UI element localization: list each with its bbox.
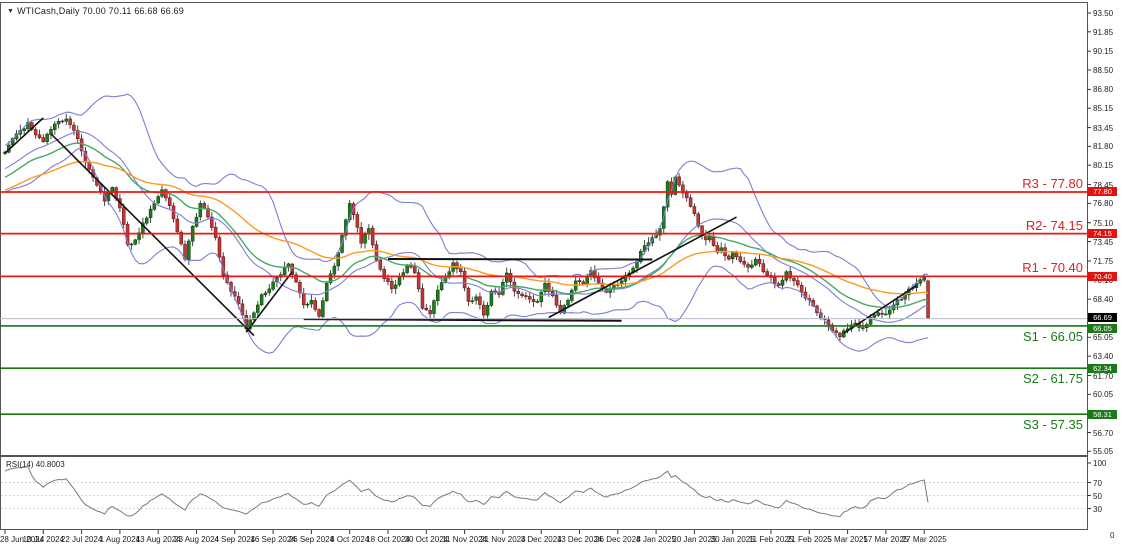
rsi-indicator-label: RSI(14) 40.8003 [6, 460, 65, 469]
level-badge-74.15: 74.15 [1088, 229, 1117, 238]
price-tick-61.70: 61.70 [1093, 372, 1113, 381]
date-label-2: 22 Jul 2024 [61, 535, 102, 544]
main-panel-frame [1, 3, 1088, 456]
price-tick-86.80: 86.80 [1093, 85, 1113, 94]
price-tick-56.70: 56.70 [1093, 429, 1113, 438]
date-label-16: 26 Dec 2024 [595, 535, 640, 544]
price-tick-76.80: 76.80 [1093, 199, 1113, 208]
date-label-6: 4 Sep 2024 [214, 535, 255, 544]
price-tick-90.15: 90.15 [1093, 47, 1113, 56]
rsi-line [5, 467, 928, 517]
price-tick-93.50: 93.50 [1093, 9, 1113, 18]
date-label-1: 10 Jul 2024 [23, 535, 64, 544]
chart-title: ▼WTICash,Daily 70.00 70.11 66.68 66.69 [7, 6, 184, 16]
date-label-22: 5 Mar 2025 [827, 535, 867, 544]
level-badge-70.40: 70.40 [1088, 272, 1117, 281]
price-tick-65.05: 65.05 [1093, 333, 1113, 342]
price-tick-60.05: 60.05 [1093, 390, 1113, 399]
support-label-s1: S1 - 66.05 [1023, 329, 1083, 344]
trendline-downtrend-jul-sep [51, 134, 254, 336]
price-tick-85.15: 85.15 [1093, 104, 1113, 113]
support-label-s3: S3 - 57.35 [1023, 417, 1083, 432]
support-label-s2: S2 - 61.75 [1023, 371, 1083, 386]
date-label-17: 8 Jan 2025 [636, 535, 676, 544]
date-label-13: 21 Nov 2024 [480, 535, 525, 544]
resistance-label-r2: R2- 74.15 [1026, 218, 1083, 233]
price-tick-55.05: 55.05 [1093, 447, 1113, 456]
price-tick-71.75: 71.75 [1093, 257, 1113, 266]
date-label-9: 8 Oct 2024 [330, 535, 369, 544]
trendline-uptrend-sep [246, 272, 292, 332]
candlesticks [4, 114, 930, 342]
resistance-label-r1: R1 - 70.40 [1022, 260, 1083, 275]
rsi-tick-50: 50 [1093, 492, 1102, 501]
bollinger-lower-band [5, 149, 928, 354]
current-price-badge: 66.69 [1088, 313, 1117, 322]
date-label-10: 18 Oct 2024 [366, 535, 410, 544]
trendline-rectangle-bottom [304, 319, 622, 321]
chart-canvas[interactable] [0, 0, 1125, 550]
date-label-5: 23 Aug 2024 [174, 535, 219, 544]
trading-chart-window: ▼WTICash,Daily 70.00 70.11 66.68 66.69 R… [0, 0, 1125, 550]
date-label-24: 27 Mar 2025 [902, 535, 947, 544]
price-tick-75.10: 75.10 [1093, 219, 1113, 228]
price-tick-68.40: 68.40 [1093, 295, 1113, 304]
price-plot[interactable] [4, 94, 930, 353]
rsi-tick-100: 100 [1093, 459, 1106, 468]
resistance-label-r3: R3 - 77.80 [1022, 176, 1083, 191]
level-badge-62.34: 62.34 [1088, 364, 1117, 373]
price-tick-63.40: 63.40 [1093, 352, 1113, 361]
price-tick-81.80: 81.80 [1093, 142, 1113, 151]
rsi-axis-zero: 0 [1110, 531, 1114, 540]
symbol-dropdown-icon[interactable]: ▼ [7, 8, 14, 15]
level-badge-58.31: 58.31 [1088, 410, 1117, 419]
level-badge-77.80: 77.80 [1088, 187, 1117, 196]
chart-title-text: WTICash,Daily 70.00 70.11 66.68 66.69 [17, 6, 184, 16]
trendline-uptrend-jul [5, 118, 43, 153]
rsi-plot[interactable] [1, 467, 1087, 517]
date-label-14: 3 Dec 2024 [521, 535, 562, 544]
trendline-uptrend-dec-jan [549, 217, 737, 317]
price-tick-73.45: 73.45 [1093, 238, 1113, 247]
rsi-tick-70: 70 [1093, 479, 1102, 488]
date-label-21: 21 Feb 2025 [787, 535, 832, 544]
price-tick-91.85: 91.85 [1093, 28, 1113, 37]
date-label-3: 1 Aug 2024 [100, 535, 140, 544]
price-tick-80.15: 80.15 [1093, 161, 1113, 170]
price-tick-83.45: 83.45 [1093, 124, 1113, 133]
price-tick-88.50: 88.50 [1093, 66, 1113, 75]
rsi-tick-30: 30 [1093, 505, 1102, 514]
level-badge-66.05: 66.05 [1088, 324, 1117, 333]
date-label-8: 26 Sep 2024 [289, 535, 334, 544]
